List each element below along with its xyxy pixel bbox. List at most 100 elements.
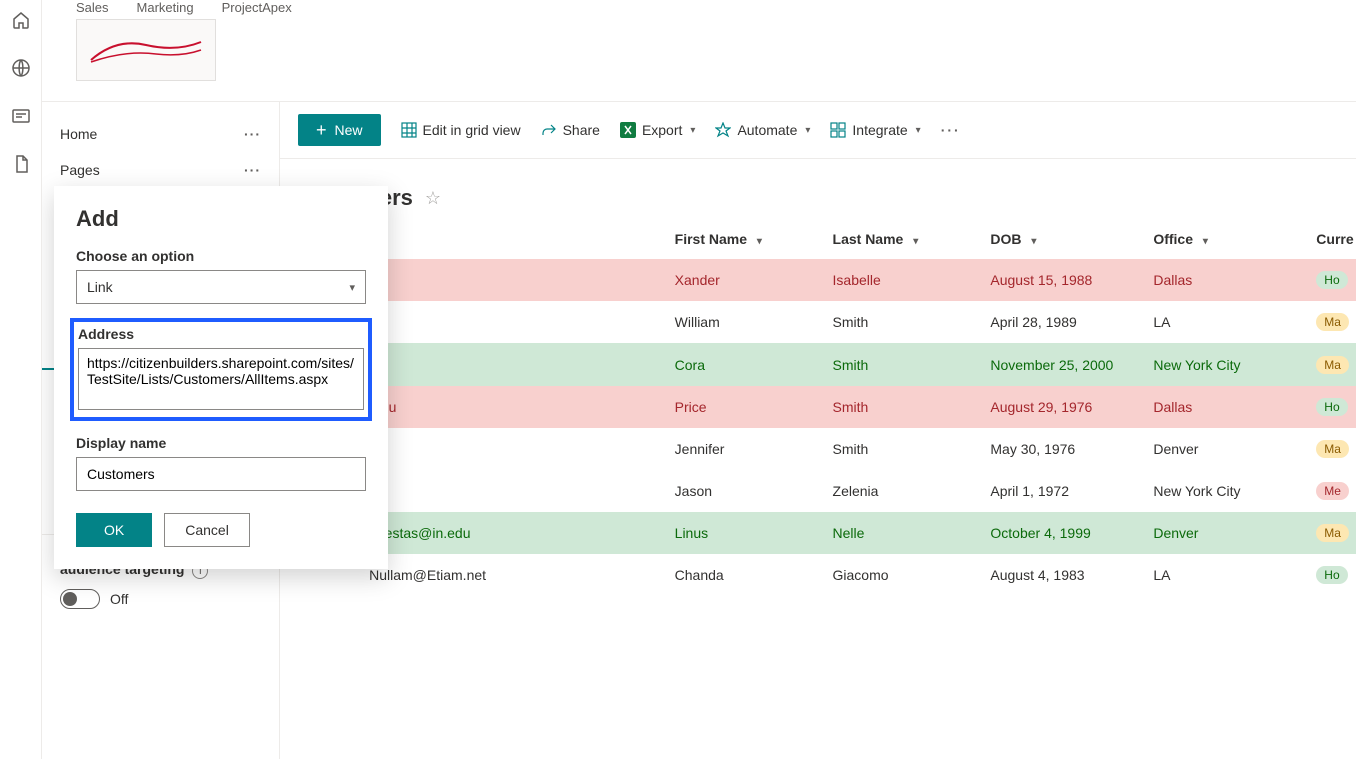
chevron-down-icon: ▾ (1203, 236, 1208, 247)
cell-office: LA (1143, 301, 1306, 343)
export-button[interactable]: Export▾ (620, 122, 696, 138)
table-row[interactable]: XanderIsabelleAugust 15, 1988Dallas Ho (298, 259, 1356, 301)
more-actions-button[interactable]: ··· (941, 122, 961, 138)
address-input[interactable] (280, 348, 364, 410)
document-icon[interactable] (11, 154, 31, 174)
sidebar-item-more-icon[interactable]: ··· (244, 162, 261, 178)
cell-email (359, 428, 665, 470)
display-name-input[interactable] (280, 457, 366, 491)
sidebar-item-label: Home (60, 126, 97, 142)
table-row[interactable]: Nullam@Etiam.netChandaGiacomoAugust 4, 1… (298, 554, 1356, 596)
cell-office: New York City (1143, 343, 1306, 386)
column-header[interactable]: Last Name ▾ (823, 219, 981, 259)
column-header[interactable]: Curre ▾ (1306, 219, 1356, 259)
column-header[interactable]: First Name ▾ (665, 219, 823, 259)
cell-office: LA (1143, 554, 1306, 596)
cell-email (359, 343, 665, 386)
home-icon[interactable] (11, 10, 31, 30)
cell-dob: August 4, 1983 (980, 554, 1143, 596)
cell-email (359, 301, 665, 343)
status-pill: Ho (1316, 566, 1347, 584)
cell-dob: October 4, 1999 (980, 512, 1143, 554)
integrate-icon (830, 122, 846, 138)
top-tab[interactable]: ProjectApex (222, 0, 292, 15)
toggle-state-label: Off (110, 591, 128, 607)
cell-office: Denver (1143, 428, 1306, 470)
cell-last-name: Zelenia (823, 470, 981, 512)
chevron-down-icon: ▾ (913, 236, 918, 247)
cell-first-name: Price (665, 386, 823, 428)
cell-last-name: Nelle (823, 512, 981, 554)
cell-dob: April 28, 1989 (980, 301, 1143, 343)
status-pill: Me (1316, 482, 1349, 500)
cell-dob: August 29, 1976 (980, 386, 1143, 428)
cell-email (359, 259, 665, 301)
status-pill: Ma (1316, 356, 1349, 374)
cell-email: .edu (359, 386, 665, 428)
news-icon[interactable] (11, 106, 31, 126)
sidebar-item-more-icon[interactable]: ··· (244, 126, 261, 142)
integrate-button[interactable]: Integrate▾ (830, 122, 920, 138)
cell-dob: April 1, 1972 (980, 470, 1143, 512)
cell-dob: May 30, 1976 (980, 428, 1143, 470)
table-row[interactable]: .eduPriceSmithAugust 29, 1976DallasHo (298, 386, 1356, 428)
cell-last-name: Giacomo (823, 554, 981, 596)
automate-button[interactable]: Automate▾ (715, 122, 810, 138)
cell-last-name: Smith (823, 343, 981, 386)
cell-first-name: Cora (665, 343, 823, 386)
cell-first-name: Linus (665, 512, 823, 554)
main-content: + New Edit in grid view Share Export▾ (280, 102, 1356, 759)
top-tab[interactable]: Sales (76, 0, 109, 15)
edit-grid-button[interactable]: Edit in grid view (401, 122, 521, 138)
cell-office: Dallas (1143, 259, 1306, 301)
table-row[interactable]: WilliamSmithApril 28, 1989LAMa (298, 301, 1356, 343)
new-button[interactable]: + New (298, 114, 381, 146)
cell-email: Nullam@Etiam.net (359, 554, 665, 596)
add-link-dialog: Add Choose an option Link ▾ Address Disp… (280, 186, 388, 569)
display-name-label: Display name (280, 435, 366, 451)
customers-table: First Name ▾Last Name ▾DOB ▾Office ▾Curr… (298, 219, 1356, 596)
chevron-down-icon: ▾ (349, 281, 355, 294)
cell-office: New York City (1143, 470, 1306, 512)
cell-first-name: Jennifer (665, 428, 823, 470)
command-bar: + New Edit in grid view Share Export▾ (280, 102, 1356, 159)
top-tab[interactable]: Marketing (137, 0, 194, 15)
site-header: Sales Marketing ProjectApex (42, 0, 1356, 102)
cell-email: egestas@in.edu (359, 512, 665, 554)
share-icon (541, 122, 557, 138)
cell-last-name: Smith (823, 386, 981, 428)
status-pill: Ho (1316, 271, 1347, 289)
chevron-down-icon: ▾ (1031, 236, 1036, 247)
cell-last-name: Isabelle (823, 259, 981, 301)
share-button[interactable]: Share (541, 122, 600, 138)
sidebar-item[interactable]: Pages ··· (42, 152, 279, 188)
choose-option-select[interactable]: Link ▾ (280, 270, 366, 304)
cell-email (359, 470, 665, 512)
dialog-title: Add (280, 206, 366, 232)
column-header[interactable]: Office ▾ (1143, 219, 1306, 259)
cell-first-name: Xander (665, 259, 823, 301)
chevron-down-icon: ▾ (757, 236, 762, 247)
status-pill: Ma (1316, 440, 1349, 458)
table-row[interactable]: JasonZeleniaApril 1, 1972New York City Me (298, 470, 1356, 512)
cell-dob: August 15, 1988 (980, 259, 1143, 301)
excel-icon (620, 122, 636, 138)
globe-icon[interactable] (11, 58, 31, 78)
column-header[interactable]: DOB ▾ (980, 219, 1143, 259)
status-pill: Ma (1316, 313, 1349, 331)
sidebar-item-label: Pages (60, 162, 100, 178)
cell-first-name: Jason (665, 470, 823, 512)
app-rail (0, 0, 42, 759)
cell-dob: November 25, 2000 (980, 343, 1143, 386)
cell-last-name: Smith (823, 428, 981, 470)
table-row[interactable]: JenniferSmithMay 30, 1976Denver Ma (298, 428, 1356, 470)
cell-office: Dallas (1143, 386, 1306, 428)
site-logo[interactable] (76, 19, 216, 81)
audience-targeting-toggle[interactable] (60, 589, 100, 609)
status-pill: Ma (1316, 524, 1349, 542)
choose-option-label: Choose an option (280, 248, 366, 264)
table-row[interactable]: egestas@in.eduLinusNelleOctober 4, 1999D… (298, 512, 1356, 554)
favorite-star-icon[interactable]: ☆ (425, 188, 441, 209)
sidebar-item[interactable]: Home ··· (42, 116, 279, 152)
table-row[interactable]: CoraSmithNovember 25, 2000New York City M… (298, 343, 1356, 386)
